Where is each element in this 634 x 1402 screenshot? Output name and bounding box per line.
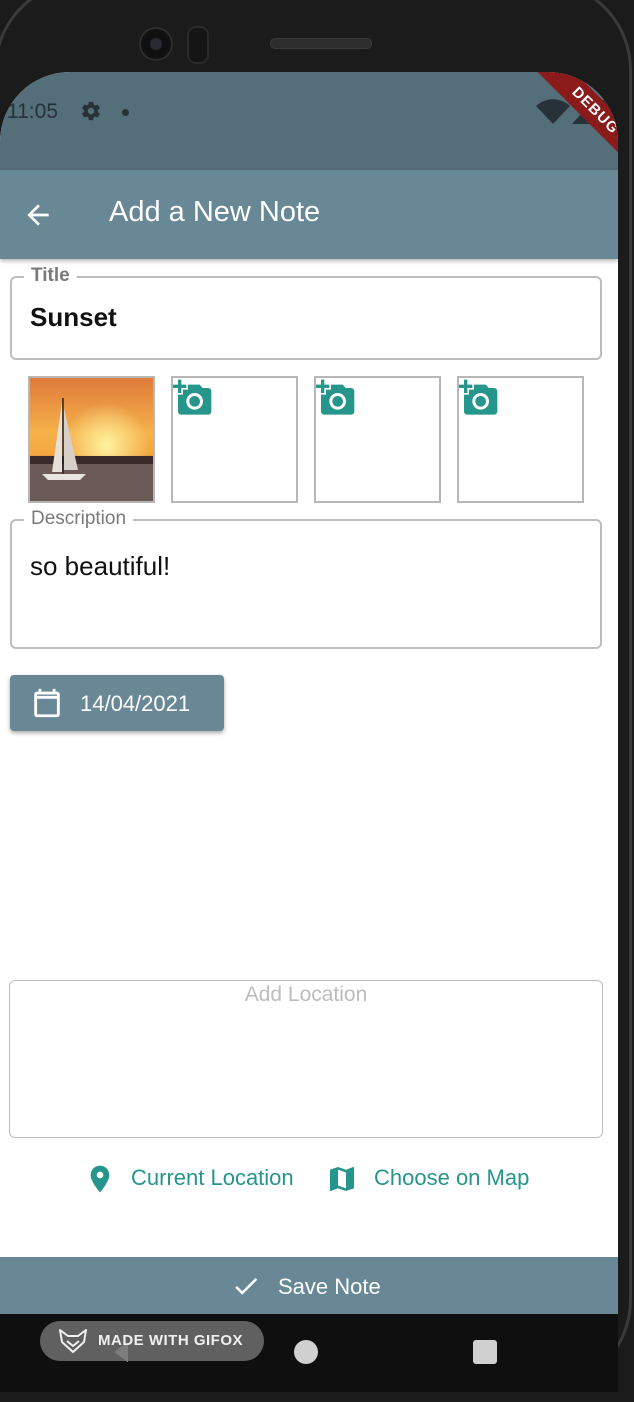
description-input[interactable]: so beautiful! bbox=[30, 551, 170, 582]
map-icon bbox=[330, 1167, 354, 1191]
arrow-back-icon[interactable] bbox=[22, 199, 54, 231]
nav-home-icon[interactable] bbox=[294, 1340, 318, 1364]
page-title: Add a New Note bbox=[109, 196, 321, 228]
wifi-icon bbox=[536, 99, 570, 124]
save-note-button[interactable]: Save Note bbox=[0, 1257, 618, 1314]
current-location-button[interactable]: Current Location bbox=[84, 1159, 304, 1199]
notification-dot bbox=[122, 109, 129, 116]
fox-logo-icon bbox=[59, 1329, 87, 1353]
photo-slot-4[interactable] bbox=[457, 376, 584, 503]
proximity-sensor bbox=[187, 26, 209, 64]
settings-icon bbox=[82, 101, 100, 121]
earpiece-speaker bbox=[270, 38, 372, 49]
front-camera bbox=[139, 27, 173, 61]
status-time: 11:05 bbox=[7, 100, 58, 123]
nav-recents-icon[interactable] bbox=[473, 1340, 497, 1364]
app-screen: 11:05 DEBUG Add a New Note Title Sunset bbox=[0, 72, 618, 1332]
calendar-icon bbox=[34, 688, 60, 718]
check-icon bbox=[235, 1277, 258, 1295]
title-label: Title bbox=[24, 265, 77, 287]
date-picker-button[interactable]: 14/04/2021 bbox=[10, 675, 224, 731]
choose-on-map-label: Choose on Map bbox=[374, 1165, 530, 1190]
title-field[interactable]: Title Sunset bbox=[10, 265, 602, 360]
current-location-label: Current Location bbox=[131, 1165, 294, 1190]
add-a-photo-icon bbox=[459, 379, 498, 415]
status-bar: 11:05 DEBUG bbox=[0, 72, 618, 174]
location-pin-icon bbox=[90, 1165, 110, 1193]
phone-frame: 11:05 DEBUG Add a New Note Title Sunset bbox=[0, 0, 634, 1402]
sunset-photo-thumbnail bbox=[30, 378, 153, 501]
save-note-label: Save Note bbox=[278, 1274, 381, 1299]
photo-slot-3[interactable] bbox=[314, 376, 441, 503]
add-a-photo-icon bbox=[316, 379, 355, 415]
date-value: 14/04/2021 bbox=[80, 691, 191, 716]
watermark-text: MADE WITH GIFOX bbox=[98, 1332, 243, 1349]
photo-slot-1[interactable] bbox=[28, 376, 155, 503]
app-bar: Add a New Note bbox=[0, 170, 618, 259]
choose-on-map-button[interactable]: Choose on Map bbox=[326, 1159, 536, 1199]
add-a-photo-icon bbox=[173, 379, 212, 415]
description-label: Description bbox=[24, 508, 134, 530]
description-field[interactable]: Description so beautiful! bbox=[10, 508, 602, 649]
location-preview: Add Location bbox=[9, 980, 603, 1138]
location-placeholder: Add Location bbox=[244, 983, 368, 1006]
photo-slot-2[interactable] bbox=[171, 376, 298, 503]
gifox-watermark: MADE WITH GIFOX bbox=[40, 1321, 264, 1361]
title-input[interactable]: Sunset bbox=[30, 302, 117, 333]
